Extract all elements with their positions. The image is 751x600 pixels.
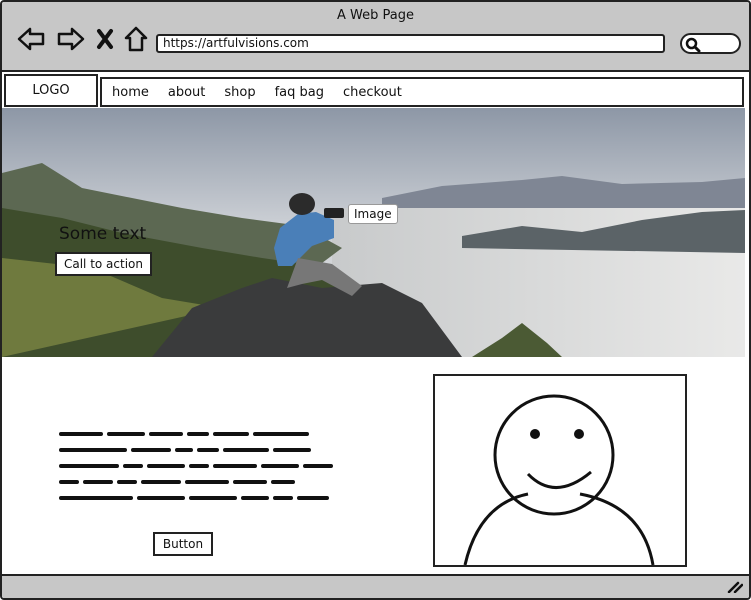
site-nav: home about shop faq bag checkout bbox=[100, 77, 744, 107]
hero-text: Some text bbox=[59, 224, 147, 244]
search-field[interactable] bbox=[680, 33, 741, 54]
nav-controls bbox=[16, 26, 148, 52]
url-bar[interactable]: https://artfulvisions.com bbox=[156, 34, 665, 53]
close-x-icon[interactable] bbox=[96, 28, 114, 50]
browser-window: A Web Page https://artfulvisions.com LOG… bbox=[0, 0, 751, 600]
hero-banner: Image Some text Call to action bbox=[2, 108, 745, 357]
smiley-avatar-icon bbox=[463, 394, 655, 565]
nav-item-faq-bag[interactable]: faq bag bbox=[275, 85, 324, 100]
nav-item-checkout[interactable]: checkout bbox=[343, 85, 402, 100]
resize-grip-icon[interactable] bbox=[727, 581, 743, 593]
status-bar bbox=[2, 574, 749, 598]
nav-item-about[interactable]: about bbox=[168, 85, 206, 100]
home-icon[interactable] bbox=[124, 26, 148, 52]
search-icon bbox=[685, 37, 701, 53]
placeholder-text-block bbox=[59, 428, 334, 506]
back-arrow-icon[interactable] bbox=[16, 26, 46, 52]
content-button[interactable]: Button bbox=[153, 532, 213, 556]
window-title: A Web Page bbox=[337, 8, 414, 23]
image-label: Image bbox=[348, 204, 398, 224]
nav-item-home[interactable]: home bbox=[112, 85, 149, 100]
browser-chrome: A Web Page https://artfulvisions.com bbox=[2, 2, 749, 72]
site-logo[interactable]: LOGO bbox=[4, 74, 98, 107]
forward-arrow-icon[interactable] bbox=[56, 26, 86, 52]
nav-item-shop[interactable]: shop bbox=[224, 85, 255, 100]
placeholder-image bbox=[433, 374, 687, 567]
call-to-action-button[interactable]: Call to action bbox=[55, 252, 152, 276]
